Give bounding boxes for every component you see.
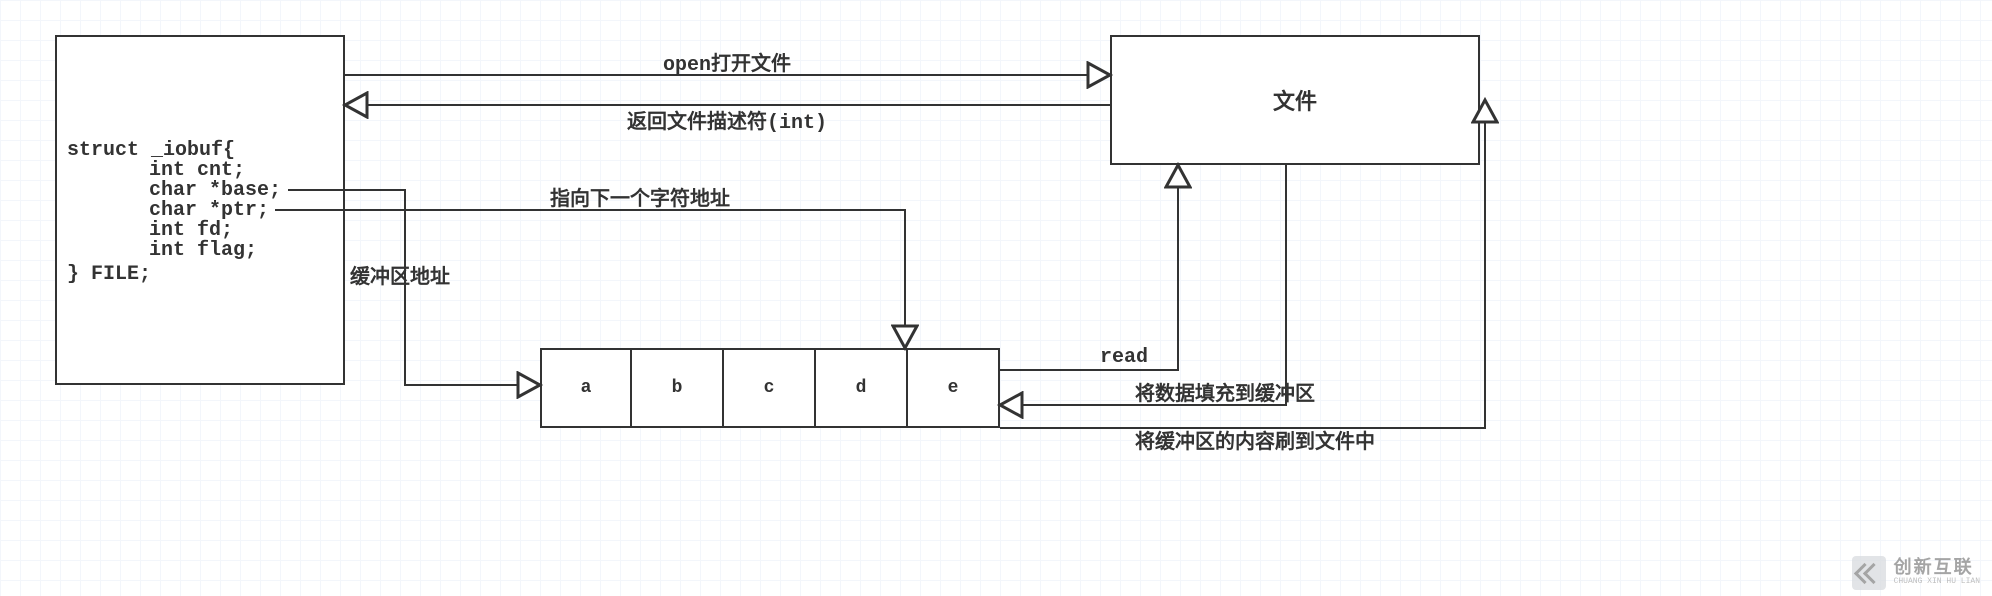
buffer-array: a b c d e	[540, 348, 1000, 428]
arrow-read	[1000, 165, 1178, 370]
label-ptr-next: 指向下一个字符地址	[550, 186, 730, 212]
file-label: 文件	[1273, 84, 1317, 116]
label-open: open打开文件	[663, 51, 791, 77]
label-buf-addr: 缓冲区地址	[350, 264, 450, 290]
watermark-main: 创新互联	[1894, 560, 1980, 578]
buffer-cell: c	[724, 348, 816, 428]
struct-header: struct _iobuf{	[67, 141, 333, 161]
struct-footer: } FILE;	[67, 265, 333, 285]
label-read: read	[1100, 346, 1148, 369]
label-flush: 将缓冲区的内容刷到文件中	[1135, 429, 1375, 455]
struct-field-cnt: int cnt;	[149, 161, 333, 181]
buffer-cell: e	[908, 348, 1000, 428]
watermark-icon	[1852, 556, 1886, 590]
struct-field-ptr: char *ptr;	[149, 201, 333, 221]
watermark-sub: CHUANG XIN HU LIAN	[1894, 578, 1980, 586]
watermark: 创新互联 CHUANG XIN HU LIAN	[1852, 556, 1980, 590]
arrow-ptr	[275, 210, 905, 348]
arrow-fill-buf	[1000, 165, 1286, 405]
buffer-cell: b	[632, 348, 724, 428]
struct-box: struct _iobuf{ int cnt; char *base; char…	[55, 35, 345, 385]
buffer-cell: d	[816, 348, 908, 428]
diagram-canvas: struct _iobuf{ int cnt; char *base; char…	[0, 0, 1992, 596]
label-fill-buf: 将数据填充到缓冲区	[1135, 381, 1315, 407]
struct-field-base: char *base;	[149, 181, 333, 201]
struct-field-fd: int fd;	[149, 221, 333, 241]
file-box: 文件	[1110, 35, 1480, 165]
buffer-cell: a	[540, 348, 632, 428]
struct-field-flag: int flag;	[149, 241, 333, 261]
label-return-fd: 返回文件描述符(int)	[627, 109, 827, 135]
